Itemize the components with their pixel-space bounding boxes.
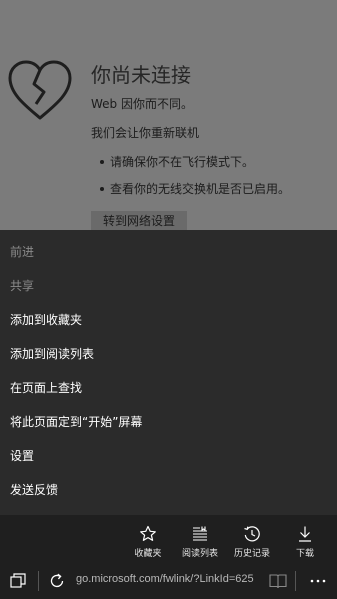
broken-heart-icon <box>8 60 72 120</box>
menu-item-label: 发送反馈 <box>10 483 59 497</box>
reading-list-icon <box>193 526 207 541</box>
action-label: 阅读列表 <box>181 549 218 559</box>
menu-item-send-feedback[interactable]: 发送反馈 <box>0 473 337 507</box>
reading-view-icon[interactable] <box>269 573 287 589</box>
divider <box>295 571 296 591</box>
tip-item: 查看你的无线交换机是否已启用。 <box>98 181 290 208</box>
downloads-button[interactable]: 下载 <box>277 523 333 563</box>
url-field[interactable]: go.microsoft.com/fwlink/?LinkId=625 <box>76 573 262 585</box>
divider <box>38 571 39 591</box>
menu-item-label: 将此页面定到“开始”屏幕 <box>10 415 143 429</box>
menu-item-add-to-reading-list[interactable]: 添加到阅读列表 <box>0 337 337 371</box>
star-icon <box>140 525 156 541</box>
history-icon <box>244 526 260 542</box>
action-label: 历史记录 <box>233 549 270 559</box>
more-icon[interactable] <box>310 579 326 583</box>
reading-list-button[interactable]: 阅读列表 <box>172 523 228 563</box>
action-label: 下载 <box>295 549 314 559</box>
info-text: 我们会让你重新联机 <box>91 126 200 140</box>
address-bar: go.microsoft.com/fwlink/?LinkId=625 <box>0 563 337 599</box>
history-button[interactable]: 历史记录 <box>224 523 280 563</box>
menu-item-add-to-favorites[interactable]: 添加到收藏夹 <box>0 303 337 337</box>
menu-item-pin-to-start[interactable]: 将此页面定到“开始”屏幕 <box>0 405 337 439</box>
menu-item-forward[interactable]: 前进 <box>0 235 337 269</box>
download-icon <box>299 526 311 542</box>
tips-list: 请确保你不在飞行模式下。 查看你的无线交换机是否已启用。 <box>98 154 290 208</box>
menu-item-label: 添加到收藏夹 <box>10 313 83 327</box>
menu-item-label: 前进 <box>10 245 35 259</box>
menu-item-label: 共享 <box>10 279 35 293</box>
menu-item-share[interactable]: 共享 <box>0 269 337 303</box>
menu-item-label: 设置 <box>10 449 35 463</box>
offline-page: 你尚未连接 Web 因你而不同。 我们会让你重新联机 请确保你不在飞行模式下。 … <box>0 0 337 230</box>
app-bar: 收藏夹 阅读列表 历史记录 下载 go.microsoft.com/fwlink… <box>0 515 337 599</box>
menu-item-label: 添加到阅读列表 <box>10 347 95 361</box>
subtitle-text: Web 因你而不同。 <box>91 97 193 111</box>
action-label: 收藏夹 <box>134 549 162 559</box>
refresh-icon[interactable] <box>48 572 66 590</box>
network-settings-button[interactable]: 转到网络设置 <box>91 211 188 230</box>
tip-item: 请确保你不在飞行模式下。 <box>98 154 290 181</box>
page-title: 你尚未连接 <box>91 63 191 87</box>
menu-item-label: 在页面上查找 <box>10 381 83 395</box>
menu-item-find-on-page[interactable]: 在页面上查找 <box>0 371 337 405</box>
menu-item-settings[interactable]: 设置 <box>0 439 337 473</box>
favorites-button[interactable]: 收藏夹 <box>120 523 176 563</box>
tabs-icon[interactable] <box>10 573 26 589</box>
more-actions-menu: 前进 共享 添加到收藏夹 添加到阅读列表 在页面上查找 将此页面定到“开始”屏幕… <box>0 230 337 515</box>
